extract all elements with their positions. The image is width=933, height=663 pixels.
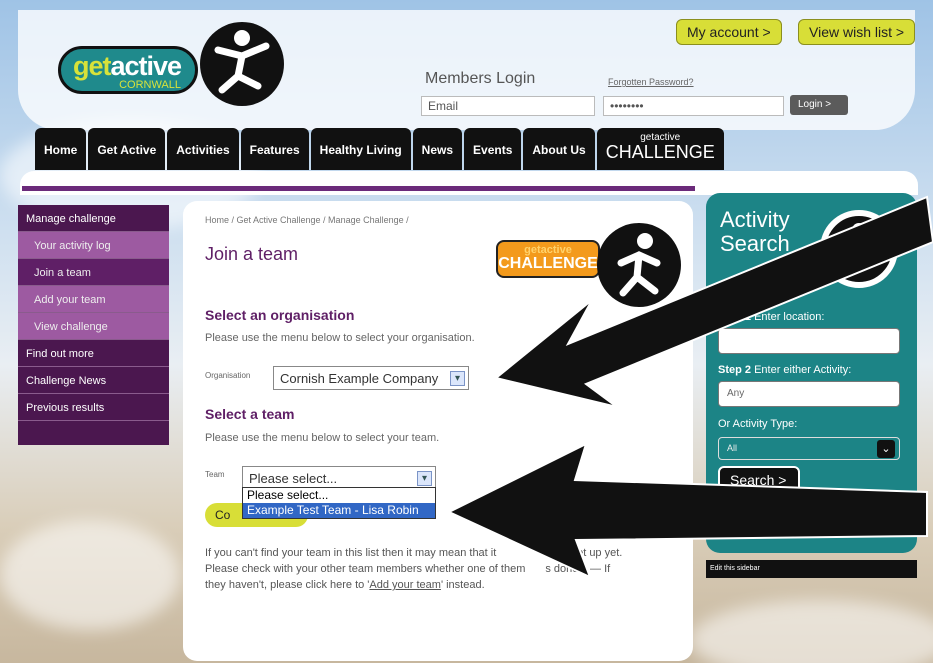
organisation-label: Organisation — [205, 371, 251, 380]
chevron-down-icon: ▾ — [417, 471, 432, 486]
organisation-value: Cornish Example Company — [280, 371, 439, 386]
logo-active: active — [110, 51, 183, 81]
logo-region: CORNWALL — [119, 79, 181, 91]
nav-activities[interactable]: Activities — [167, 128, 239, 170]
runner-icon — [597, 223, 681, 307]
breadcrumb[interactable]: Home / Get Active Challenge / Manage Cha… — [205, 215, 409, 225]
help-text: If you can't find your team in this list… — [205, 545, 661, 593]
view-wishlist-button[interactable]: View wish list > — [798, 19, 916, 45]
sidebar-item-previous-results[interactable]: Previous results — [18, 394, 169, 421]
nav-about-us[interactable]: About Us — [523, 128, 595, 170]
help-line-3: they haven't, please click here to ' — [205, 579, 370, 591]
sidebar-item-find-out-more[interactable]: Find out more — [18, 340, 169, 367]
dropdown-option-selected[interactable]: Example Test Team - Lisa Robin — [243, 503, 435, 518]
team-value: Please select... — [249, 471, 338, 486]
forgot-password-link[interactable]: Forgotten Password? — [608, 77, 694, 87]
nav-challenge[interactable]: getactive CHALLENGE — [596, 128, 724, 170]
nav-challenge-big: CHALLENGE — [605, 142, 715, 162]
email-input[interactable]: Email — [421, 96, 595, 116]
sidebar-item-challenge-news[interactable]: Challenge News — [18, 367, 169, 394]
logo-figure-icon — [200, 22, 284, 106]
help-line-2: Please check with your other team member… — [205, 563, 526, 575]
challenge-sidebar: Manage challenge Your activity log Join … — [18, 205, 169, 445]
team-help: Please use the menu below to select your… — [205, 432, 440, 444]
activity-search-title-2: Search — [720, 231, 790, 256]
members-login-title: Members Login — [425, 70, 536, 87]
step2-text: Enter either Activity: — [754, 364, 852, 376]
my-account-button[interactable]: My account > — [676, 19, 782, 45]
add-your-team-link[interactable]: Add your team — [369, 579, 441, 591]
sidebar-item-activity-log[interactable]: Your activity log — [18, 232, 169, 259]
step2-label: Step 2 Enter either Activity: — [718, 364, 851, 376]
dropdown-option[interactable]: Please select... — [243, 488, 435, 503]
activity-input[interactable]: Any — [718, 381, 900, 407]
password-input[interactable]: •••••••• — [603, 96, 784, 116]
nav-events[interactable]: Events — [464, 128, 522, 170]
help-line-1: If you can't find your team in this list… — [205, 547, 497, 559]
main-nav: Home Get Active Activities Features Heal… — [35, 128, 724, 170]
activity-search-title-1: Activity — [720, 207, 790, 232]
team-heading: Select a team — [205, 406, 295, 422]
challenge-badge: getactive CHALLENGE — [496, 240, 600, 278]
nav-healthy-living[interactable]: Healthy Living — [310, 128, 411, 170]
step2-number: Step 2 — [718, 364, 752, 376]
nav-home[interactable]: Home — [35, 128, 87, 170]
sidebar-item-join-team[interactable]: Join a team — [18, 259, 169, 286]
team-select[interactable]: Please select... ▾ — [242, 466, 436, 488]
team-dropdown-list[interactable]: Please select... Example Test Team - Lis… — [242, 487, 436, 519]
content-band — [20, 171, 918, 195]
sidebar-item-manage-challenge[interactable]: Manage challenge — [18, 205, 169, 232]
nav-features[interactable]: Features — [240, 128, 309, 170]
location-input[interactable] — [718, 328, 900, 354]
step1-label: Step 1 Enter location: — [718, 311, 824, 323]
login-button[interactable]: Login > — [790, 95, 848, 115]
step1-number: Step 1 — [718, 311, 752, 323]
nav-get-active[interactable]: Get Active — [88, 128, 166, 170]
help-line-1-end: en set up yet. — [556, 547, 623, 559]
help-line-2-end: s done it — If — [545, 563, 611, 575]
step1-text: Enter location: — [754, 311, 825, 323]
nav-news[interactable]: News — [412, 128, 463, 170]
help-line-3-end: ' instead. — [440, 579, 485, 591]
activity-search-title: Activity Search — [720, 208, 790, 256]
logo-get: get — [73, 51, 111, 81]
organisation-select[interactable]: Cornish Example Company ▾ — [273, 366, 469, 390]
organisation-help: Please use the menu below to select your… — [205, 332, 475, 344]
activity-type-value: All — [727, 443, 738, 453]
chevron-down-icon: ▾ — [450, 371, 465, 386]
badge-big: CHALLENGE — [498, 255, 598, 272]
sidebar-item-view-challenge[interactable]: View challenge — [18, 313, 169, 340]
organisation-heading: Select an organisation — [205, 307, 355, 323]
activity-type-label: Or Activity Type: — [718, 418, 798, 430]
activity-type-select[interactable]: All ⌄ — [718, 437, 900, 460]
chevron-down-icon: ⌄ — [877, 440, 895, 458]
search-button[interactable]: Search > — [718, 466, 800, 494]
getactive-logo[interactable]: getactive CORNWALL — [58, 46, 198, 94]
edit-sidebar-link[interactable]: Edit this sidebar — [706, 560, 917, 578]
team-label: Team — [205, 470, 225, 479]
divider — [22, 186, 695, 191]
magnifier-icon — [820, 210, 898, 288]
page-title: Join a team — [205, 244, 299, 264]
sidebar-item-add-team[interactable]: Add your team — [18, 286, 169, 313]
